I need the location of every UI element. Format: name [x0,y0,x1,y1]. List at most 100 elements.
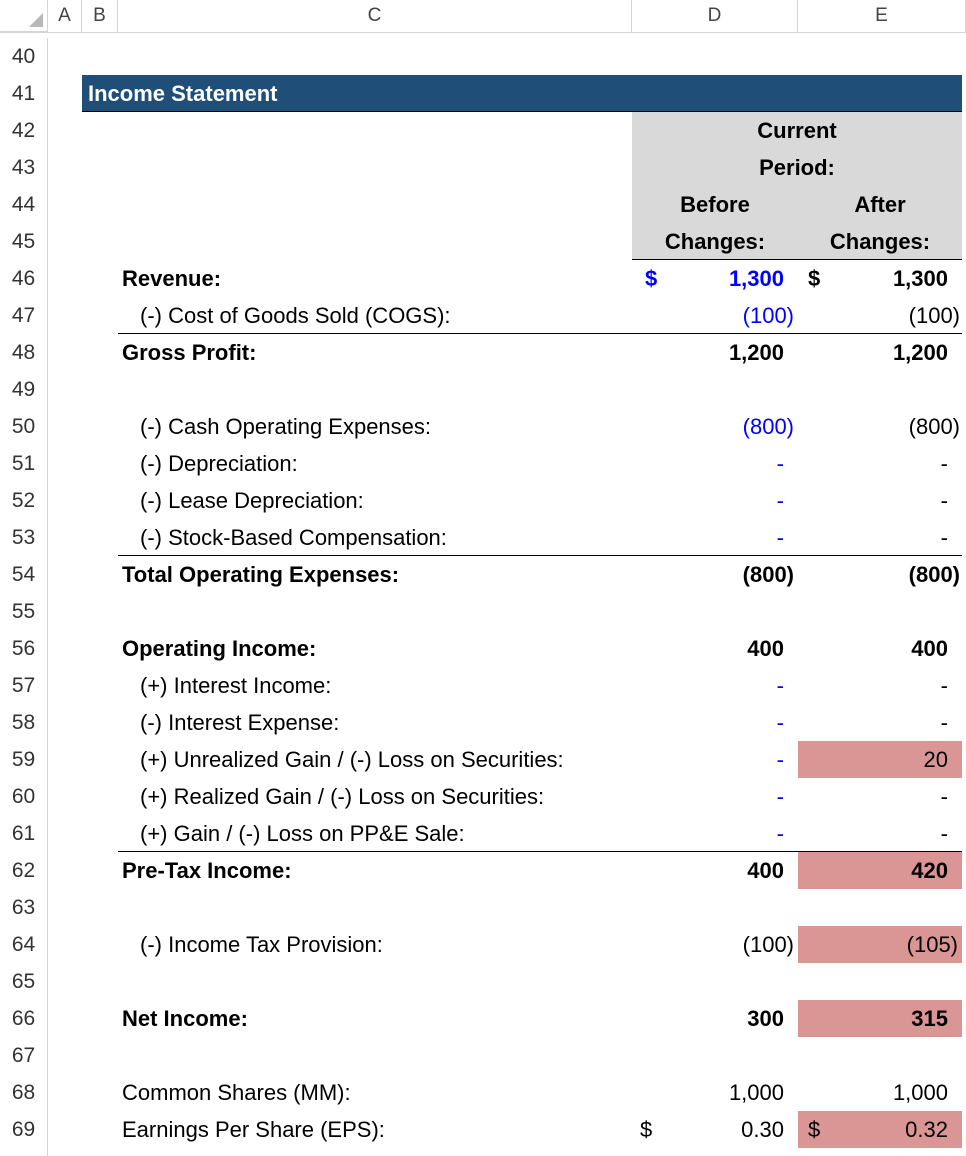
row-header-64[interactable]: 64 [0,926,48,963]
realized-gain-after[interactable]: - [798,778,964,815]
select-all-corner[interactable] [0,0,48,32]
cogs-after[interactable]: (100) [798,297,964,334]
depreciation-after[interactable]: - [798,445,964,482]
row-header-40[interactable]: 40 [0,38,48,75]
depreciation-label[interactable]: (-) Depreciation: [140,445,632,482]
total-opex-label[interactable]: Total Operating Expenses: [122,556,632,593]
revenue-label[interactable]: Revenue: [122,260,632,297]
realized-gain-label[interactable]: (+) Realized Gain / (-) Loss on Securiti… [140,778,632,815]
row-header-59[interactable]: 59 [0,741,48,778]
lease-depreciation-before[interactable]: - [632,482,798,519]
row-header-67[interactable]: 67 [0,1037,48,1074]
net-income-label[interactable]: Net Income: [122,1000,632,1037]
gross-profit-after[interactable]: 1,200 [798,334,964,371]
sbc-before[interactable]: - [632,519,798,556]
net-income-after[interactable]: 315 [798,1000,962,1037]
interest-expense-after[interactable]: - [798,704,964,741]
header-before-2[interactable]: Changes: [632,223,798,260]
row-header-51[interactable]: 51 [0,445,48,482]
header-after-2[interactable]: Changes: [798,223,962,260]
depreciation-before[interactable]: - [632,445,798,482]
cash-opex-label[interactable]: (-) Cash Operating Expenses: [140,408,632,445]
row-header-43[interactable]: 43 [0,149,48,186]
column-header-b[interactable]: B [82,0,118,32]
ppe-gain-label[interactable]: (+) Gain / (-) Loss on PP&E Sale: [140,815,632,852]
shares-before[interactable]: 1,000 [632,1074,798,1111]
row-header-58[interactable]: 58 [0,704,48,741]
row-header-53[interactable]: 53 [0,519,48,556]
cash-opex-after[interactable]: (800) [798,408,964,445]
row-header-63[interactable]: 63 [0,889,48,926]
row-header-54[interactable]: 54 [0,556,48,593]
row-header-45[interactable]: 45 [0,223,48,260]
lease-depreciation-label[interactable]: (-) Lease Depreciation: [140,482,632,519]
gross-profit-before[interactable]: 1,200 [632,334,798,371]
net-income-before[interactable]: 300 [632,1000,798,1037]
row-header-65[interactable]: 65 [0,963,48,1000]
pretax-income-label[interactable]: Pre-Tax Income: [122,852,632,889]
realized-gain-before[interactable]: - [632,778,798,815]
unrealized-gain-after[interactable]: 20 [798,741,962,778]
column-header-a[interactable]: A [48,0,82,32]
row-header-55[interactable]: 55 [0,593,48,630]
unrealized-gain-label[interactable]: (+) Unrealized Gain / (-) Loss on Securi… [140,741,632,778]
unrealized-gain-before[interactable]: - [632,741,798,778]
eps-before[interactable]: 0.30 [632,1111,798,1148]
interest-income-before[interactable]: - [632,667,798,704]
row-header-57[interactable]: 57 [0,667,48,704]
eps-after[interactable]: 0.32 [798,1111,964,1148]
row-header-69[interactable]: 69 [0,1111,48,1156]
column-header-d[interactable]: D [632,0,798,32]
row-header-44[interactable]: 44 [0,186,48,223]
tax-provision-label[interactable]: (-) Income Tax Provision: [140,926,632,963]
row-header-52[interactable]: 52 [0,482,48,519]
sbc-after[interactable]: - [798,519,964,556]
sbc-label[interactable]: (-) Stock-Based Compensation: [140,519,632,556]
shares-after[interactable]: 1,000 [798,1074,964,1111]
revenue-before[interactable]: 1,300 [632,260,798,297]
pretax-income-before[interactable]: 400 [632,852,798,889]
row-header-60[interactable]: 60 [0,778,48,815]
total-opex-after[interactable]: (800) [798,556,964,593]
cash-opex-before[interactable]: (800) [632,408,798,445]
row-header-47[interactable]: 47 [0,297,48,334]
revenue-after[interactable]: 1,300 [798,260,964,297]
header-period[interactable]: Period: [632,149,962,186]
row-header-42[interactable]: 42 [0,112,48,149]
operating-income-before[interactable]: 400 [632,630,798,667]
row-header-68[interactable]: 68 [0,1074,48,1111]
header-current[interactable]: Current [632,112,962,149]
section-title[interactable]: Income Statement [88,75,278,112]
eps-label[interactable]: Earnings Per Share (EPS): [122,1111,632,1148]
tax-provision-after[interactable]: (105) [798,926,962,963]
interest-income-label[interactable]: (+) Interest Income: [140,667,632,704]
shares-label[interactable]: Common Shares (MM): [122,1074,632,1111]
row-header-49[interactable]: 49 [0,371,48,408]
interest-income-after[interactable]: - [798,667,964,704]
row-header-48[interactable]: 48 [0,334,48,371]
cogs-before[interactable]: (100) [632,297,798,334]
column-header-e[interactable]: E [798,0,966,32]
row-header-56[interactable]: 56 [0,630,48,667]
interest-expense-label[interactable]: (-) Interest Expense: [140,704,632,741]
row-header-62[interactable]: 62 [0,852,48,889]
lease-depreciation-after[interactable]: - [798,482,964,519]
header-after-1[interactable]: After [798,186,962,223]
pretax-income-after[interactable]: 420 [798,852,962,889]
row-header-41[interactable]: 41 [0,75,48,112]
cogs-label[interactable]: (-) Cost of Goods Sold (COGS): [140,297,632,334]
column-header-c[interactable]: C [118,0,632,32]
header-before-1[interactable]: Before [632,186,798,223]
row-header-50[interactable]: 50 [0,408,48,445]
row-header-66[interactable]: 66 [0,1000,48,1037]
operating-income-label[interactable]: Operating Income: [122,630,632,667]
ppe-gain-before[interactable]: - [632,815,798,852]
interest-expense-before[interactable]: - [632,704,798,741]
total-opex-before[interactable]: (800) [632,556,798,593]
row-header-46[interactable]: 46 [0,260,48,297]
tax-provision-before[interactable]: (100) [632,926,798,963]
ppe-gain-after[interactable]: - [798,815,964,852]
gross-profit-label[interactable]: Gross Profit: [122,334,632,371]
operating-income-after[interactable]: 400 [798,630,964,667]
row-header-61[interactable]: 61 [0,815,48,852]
